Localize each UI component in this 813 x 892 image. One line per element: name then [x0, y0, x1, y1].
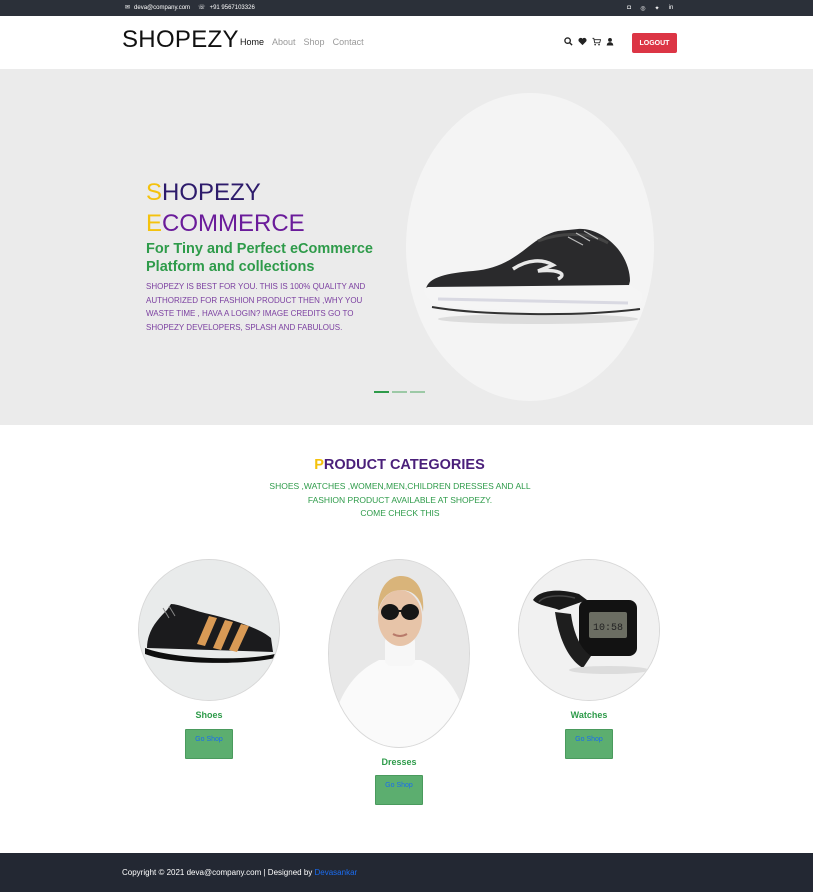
- instagram-icon[interactable]: ◘: [626, 5, 632, 11]
- top-contact: ✉ deva@company.com ☏ +91 9567103326: [125, 0, 255, 16]
- cart-icon[interactable]: [592, 37, 602, 48]
- categories-title-initial: P: [314, 457, 324, 473]
- top-phone[interactable]: +91 9567103326: [210, 5, 255, 11]
- categories-description-line-2: COME CHECK THIS: [360, 508, 440, 518]
- categories-title: PRODUCT CATEGORIES: [0, 457, 799, 473]
- linkedin-icon[interactable]: in: [668, 5, 674, 11]
- nav-home[interactable]: Home: [240, 37, 264, 47]
- hero-description: SHOPEZY IS BEST FOR YOU. THIS IS 100% QU…: [146, 282, 366, 332]
- twitter-icon[interactable]: ✦: [654, 5, 660, 12]
- brand-logo[interactable]: SHOPEZY: [122, 26, 239, 54]
- nav-about[interactable]: About: [272, 37, 296, 47]
- nav-shop[interactable]: Shop: [304, 37, 325, 47]
- hero-title-line-1: HOPEZY: [162, 179, 261, 206]
- footer: Copyright © 2021 deva@company.com | Desi…: [0, 853, 813, 892]
- top-bar: ✉ deva@company.com ☏ +91 9567103326 ◘ ◎ …: [0, 0, 813, 16]
- carousel-dot-2[interactable]: [392, 391, 407, 393]
- woman-sunglasses-image: [329, 560, 469, 747]
- dresses-category-image[interactable]: [328, 559, 470, 748]
- logout-button[interactable]: LOGOUT: [632, 33, 677, 53]
- watches-label: Watches: [570, 710, 608, 720]
- hero-title-line-2: COMMERCE: [162, 210, 305, 237]
- digital-watch-image: 10:58: [519, 560, 659, 700]
- categories-description-line-1: SHOES ,WATCHES ,WOMEN,MEN,CHILDREN DRESS…: [269, 481, 531, 505]
- hero-subtitle: For Tiny and Perfect eCommerce Platform …: [146, 241, 373, 275]
- header-icons: [564, 37, 614, 48]
- top-email[interactable]: deva@company.com: [134, 5, 190, 11]
- shoes-label: Shoes: [195, 710, 223, 720]
- carousel-indicators: [374, 391, 425, 393]
- watches-go-shop-button[interactable]: Go Shop: [565, 729, 613, 759]
- designer-link[interactable]: Devasankar: [315, 868, 358, 877]
- hero-title-initial-2: E: [146, 210, 163, 237]
- categories-description: SHOES ,WATCHES ,WOMEN,MEN,CHILDREN DRESS…: [260, 480, 540, 521]
- user-icon[interactable]: [606, 37, 614, 48]
- shoes-go-shop-button[interactable]: Go Shop: [185, 729, 233, 759]
- social-links: ◘ ◎ ✦ in: [626, 0, 674, 16]
- search-icon[interactable]: [564, 37, 573, 48]
- main-header: SHOPEZY Home About Shop Contact LOGOUT: [0, 16, 813, 69]
- heart-icon[interactable]: [578, 37, 587, 48]
- dresses-go-shop-button[interactable]: Go Shop: [375, 775, 423, 805]
- hero-carousel: SHOPEZY ECOMMERCE For Tiny and Perfect e…: [0, 69, 813, 425]
- envelope-icon: ✉: [125, 5, 131, 11]
- categories-title-text: RODUCT CATEGORIES: [323, 457, 485, 473]
- watches-category-image[interactable]: 10:58: [518, 559, 660, 701]
- dresses-label: Dresses: [381, 757, 417, 767]
- dribbble-icon[interactable]: ◎: [640, 5, 646, 12]
- footer-copyright-text: Copyright © 2021 deva@company.com | Desi…: [122, 868, 315, 877]
- footer-copyright: Copyright © 2021 deva@company.com | Desi…: [122, 868, 357, 877]
- hero-title-initial-1: S: [146, 179, 163, 206]
- phone-icon: ☏: [198, 5, 206, 11]
- svg-text:10:58: 10:58: [593, 623, 623, 634]
- carousel-dot-1[interactable]: [374, 391, 389, 393]
- hero-title: SHOPEZY ECOMMERCE: [146, 177, 305, 239]
- carousel-dot-3[interactable]: [410, 391, 425, 393]
- running-shoe-image: [424, 228, 643, 324]
- sneaker-image: [139, 560, 279, 700]
- nav-contact[interactable]: Contact: [333, 37, 364, 47]
- shoes-category-image[interactable]: [138, 559, 280, 701]
- main-nav: Home About Shop Contact: [240, 37, 364, 47]
